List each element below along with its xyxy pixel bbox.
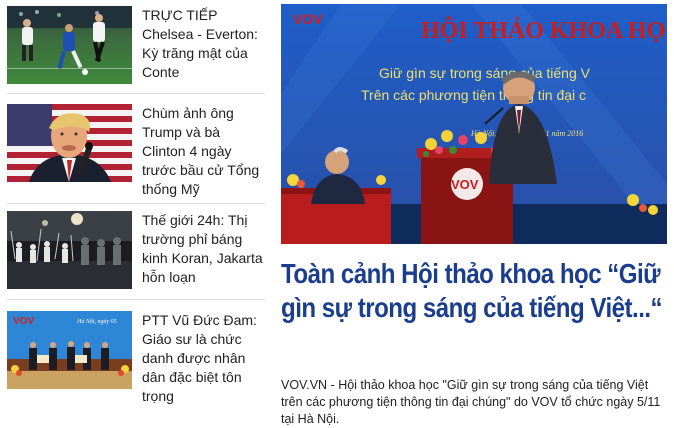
news-title[interactable]: TRỰC TIẾP Chelsea - Everton: Kỳ trăng mậ… — [142, 6, 267, 82]
news-item-trump-clinton[interactable]: Chùm ảnh ông Trump và bà Clinton 4 ngày … — [7, 104, 265, 197]
news-thumbnail[interactable] — [7, 104, 132, 182]
divider — [7, 203, 265, 204]
side-news-list: TRỰC TIẾP Chelsea - Everton: Kỳ trăng mậ… — [0, 0, 272, 426]
trump-photo — [7, 104, 132, 182]
featured-headline[interactable]: Toàn cảnh Hội thảo khoa học “Giữ gìn sự … — [281, 257, 667, 325]
news-thumbnail[interactable]: VOV Hà Nội, ngày 05 — [7, 311, 132, 389]
banner-line1-text: Giữ gìn sự trong sáng của tiếng V — [379, 65, 591, 81]
ceremony-photo: VOV Hà Nội, ngày 05 — [7, 311, 132, 389]
featured-image[interactable]: VOV HỘI THẢO KHOA HỌC Giữ gìn sự trong s… — [281, 4, 667, 244]
divider — [7, 93, 265, 94]
news-thumbnail[interactable] — [7, 211, 132, 289]
divider — [7, 299, 265, 300]
banner-title-text: HỘI THẢO KHOA HỌC — [421, 18, 667, 44]
featured-summary: VOV.VN - Hội thảo khoa học "Giữ gìn sự t… — [281, 378, 661, 426]
featured-article: VOV HỘI THẢO KHOA HỌC Giữ gìn sự trong s… — [281, 4, 667, 426]
news-item-jakarta[interactable]: Thế giới 24h: Thị trường phỉ báng kinh K… — [7, 211, 265, 289]
jakarta-riot-photo — [7, 211, 132, 289]
vov-logo-text: VOV — [293, 11, 323, 27]
news-item-chelsea-everton[interactable]: TRỰC TIẾP Chelsea - Everton: Kỳ trăng mậ… — [7, 6, 265, 84]
ceremony-date-text: Hà Nội, ngày 05 — [76, 319, 117, 325]
news-title[interactable]: Thế giới 24h: Thị trường phỉ báng kinh K… — [142, 211, 267, 287]
football-match-photo — [7, 6, 132, 84]
news-title[interactable]: Chùm ảnh ông Trump và bà Clinton 4 ngày … — [142, 104, 267, 199]
vov-logo-text: VOV — [13, 316, 34, 327]
podium-logo-text: VOV — [451, 177, 479, 192]
news-title[interactable]: PTT Vũ Đức Đam: Giáo sư là chức danh đượ… — [142, 311, 267, 406]
news-item-vu-duc-dam[interactable]: VOV Hà Nội, ngày 05 PTT Vũ Đức Đam: Giáo… — [7, 311, 265, 404]
conference-photo: VOV HỘI THẢO KHOA HỌC Giữ gìn sự trong s… — [281, 4, 667, 244]
banner-line2-text: Trên các phương tiện thông tin đại c — [361, 87, 586, 103]
news-thumbnail[interactable] — [7, 6, 132, 84]
